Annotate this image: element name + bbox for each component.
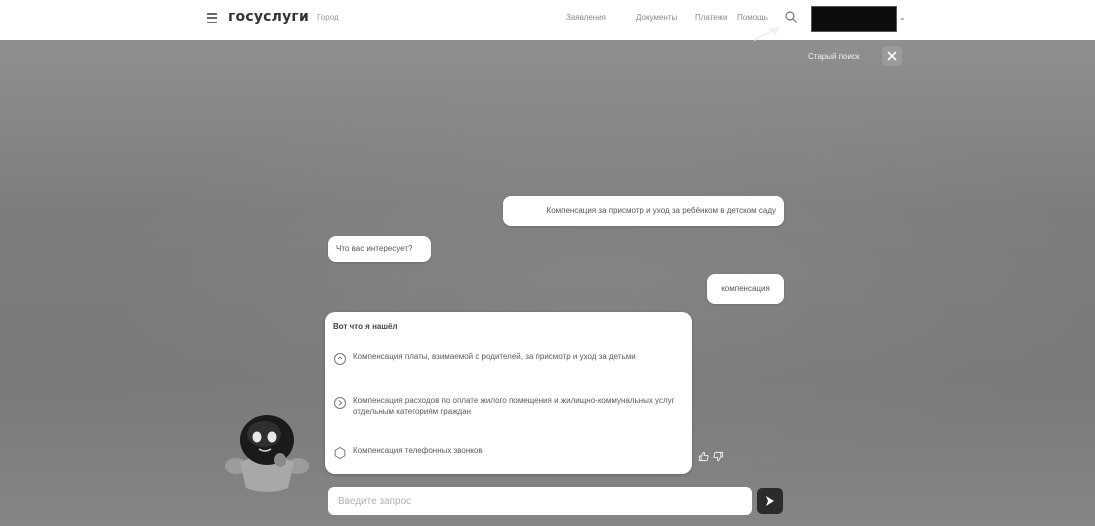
feedback-controls: [698, 451, 724, 462]
bot-message: Что вас интересует?: [328, 236, 431, 262]
result-item[interactable]: Компенсация платы, взимаемой с родителей…: [333, 351, 678, 366]
nav-link-payments[interactable]: Платежи: [695, 13, 727, 22]
nav-link-documents[interactable]: Документы: [636, 13, 677, 22]
user-message: Компенсация за присмотр и уход за ребёнк…: [503, 196, 784, 226]
robot-assistant-avatar: [225, 415, 309, 492]
result-item-label: Компенсация телефонных звонков: [353, 446, 483, 455]
like-icon[interactable]: [698, 451, 709, 462]
close-button[interactable]: [882, 46, 902, 66]
old-search-link[interactable]: Старый поиск: [808, 52, 859, 61]
city-selector[interactable]: Город: [317, 13, 339, 22]
item-icon: [334, 397, 346, 409]
result-item-label: Компенсация расходов по оплате жилого по…: [353, 396, 675, 416]
dislike-icon[interactable]: [713, 451, 724, 462]
send-button[interactable]: [757, 488, 783, 514]
results-card: Вот что я нашёл Компенсация платы, взима…: [325, 312, 692, 474]
site-logo[interactable]: госуслуги: [228, 9, 309, 25]
send-icon: [766, 496, 774, 506]
pointer-arrow-icon: [753, 27, 780, 41]
item-icon: [334, 353, 346, 365]
profile-button[interactable]: [811, 6, 897, 32]
top-bar: госуслуги Город Заявления Документы Плат…: [0, 0, 1095, 40]
close-icon: [887, 51, 897, 61]
results-title: Вот что я нашёл: [333, 322, 398, 331]
menu-icon[interactable]: [207, 13, 217, 23]
item-icon: [334, 446, 346, 460]
nav-link-applications[interactable]: Заявления: [566, 13, 606, 22]
query-input-wrapper: [328, 487, 752, 515]
result-item-label: Компенсация платы, взимаемой с родителей…: [353, 352, 636, 361]
query-input[interactable]: [328, 487, 752, 515]
chevron-down-icon[interactable]: ⌄: [899, 13, 906, 22]
user-message: компенсация: [707, 274, 784, 304]
result-item[interactable]: Компенсация телефонных звонков: [333, 445, 678, 460]
search-icon[interactable]: [784, 10, 798, 24]
result-item[interactable]: Компенсация расходов по оплате жилого по…: [333, 395, 678, 417]
nav-link-help[interactable]: Помощь: [737, 13, 768, 22]
